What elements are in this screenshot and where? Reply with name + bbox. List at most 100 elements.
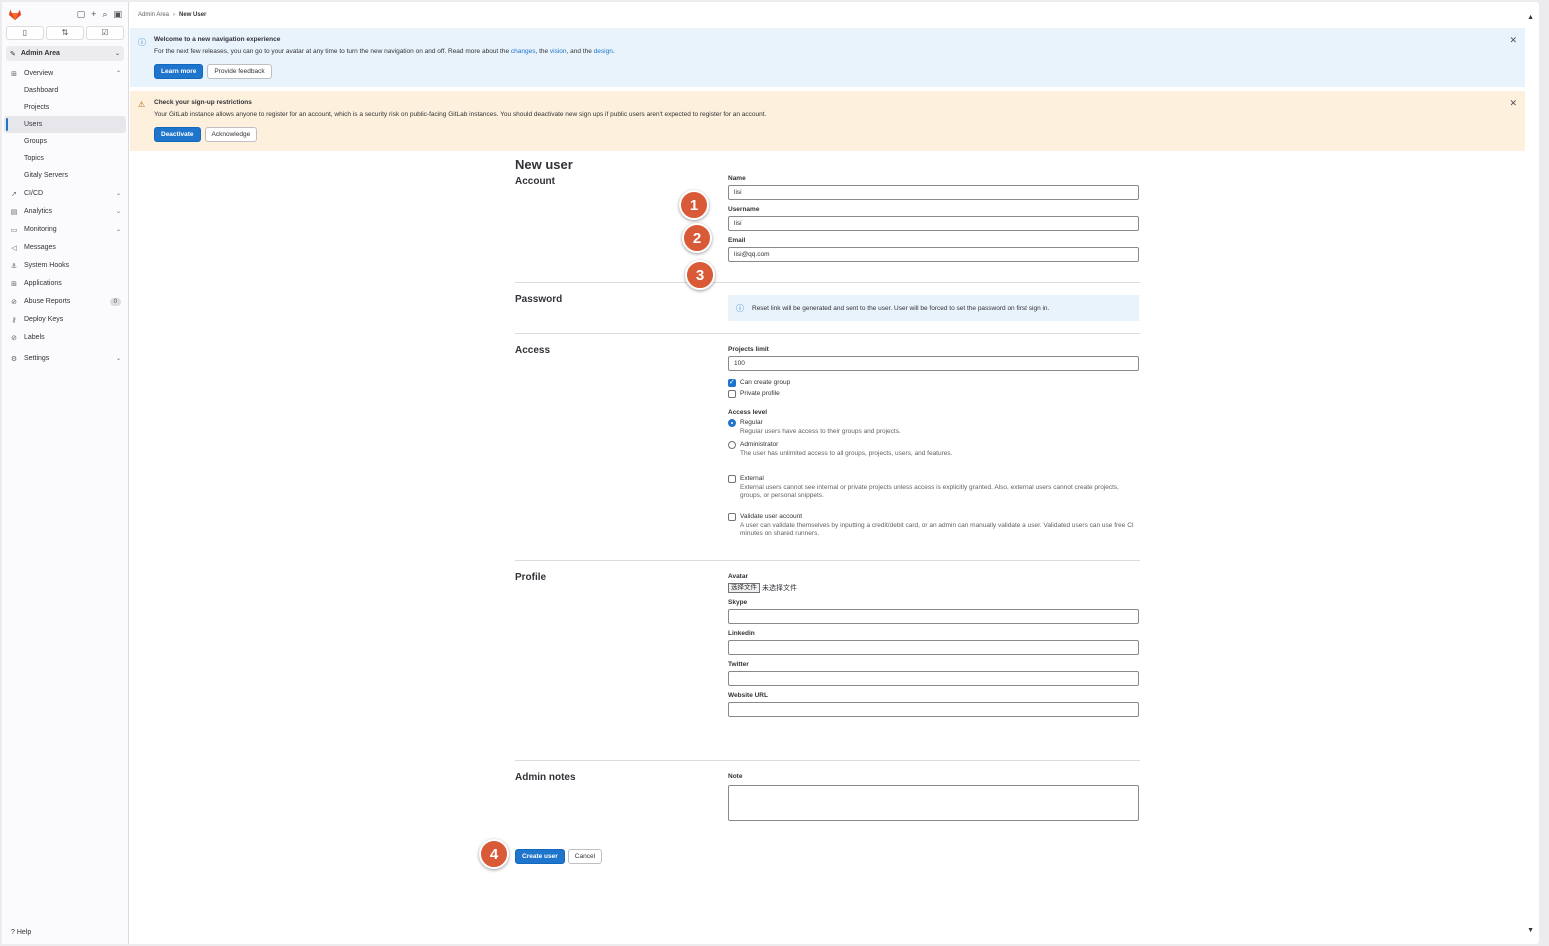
private-profile-checkbox[interactable]: Private profile [728, 390, 1139, 398]
can-create-group-checkbox[interactable]: Can create group [728, 378, 1139, 387]
password-section: Password ⓘ Reset link will be generated … [515, 283, 1140, 334]
username-label: Username [728, 206, 760, 213]
administrator-radio[interactable]: Administrator [728, 441, 1139, 449]
scroll-down-icon[interactable]: ▼ [1527, 927, 1534, 934]
help-icon: ? [11, 929, 15, 936]
sidebar-sub-users[interactable]: Users [4, 116, 126, 133]
help-link[interactable]: ? Help [11, 929, 31, 936]
password-fields: ⓘ Reset link will be generated and sent … [728, 283, 1139, 321]
sidebar-sub-projects[interactable]: Projects [2, 99, 128, 116]
avatar[interactable]: ▣ [113, 9, 122, 20]
external-checkbox[interactable]: External [728, 475, 1139, 483]
email-field[interactable]: lisi@qq.com [728, 247, 1139, 262]
avatar-file-input[interactable]: 选择文件 未选择文件 [728, 583, 1139, 593]
vision-link[interactable]: vision [550, 48, 567, 55]
signup-warning-alert: ⚠ Check your sign-up restrictions Your G… [130, 91, 1525, 151]
skype-field[interactable] [728, 609, 1139, 624]
scroll-up-icon[interactable]: ▲ [1527, 14, 1534, 21]
sidebar-item-applications[interactable]: ⊞ Applications [2, 275, 128, 292]
breadcrumb-separator-icon: › [173, 12, 176, 18]
linkedin-label: Linkedin [728, 630, 755, 637]
profile-fields: Avatar 选择文件 未选择文件 Skype Linkedin Twitter… [728, 561, 1139, 717]
breadcrumb-current[interactable]: New User [179, 12, 206, 18]
email-group: Email lisi@qq.com [728, 237, 1139, 262]
alert-text-sep: , the [535, 48, 550, 55]
issues-counter-icon[interactable]: ▯ [6, 26, 44, 40]
close-icon[interactable]: ✕ [1509, 98, 1517, 109]
regular-radio[interactable]: Regular [728, 419, 1139, 427]
deactivate-button[interactable]: Deactivate [154, 127, 201, 142]
provide-feedback-button[interactable]: Provide feedback [207, 64, 272, 79]
sidebar-header: ▢ + ⌕ ▣ [2, 2, 128, 26]
sidebar-item-monitoring[interactable]: ▭ Monitoring ⌄ [2, 221, 128, 238]
no-file-text: 未选择文件 [762, 585, 797, 592]
plus-icon[interactable]: + [91, 9, 96, 19]
sidebar-item-cicd[interactable]: ➚ CI/CD ⌄ [2, 185, 128, 202]
gitlab-logo-icon[interactable] [8, 7, 22, 21]
sidebar-item-label: CI/CD [24, 190, 44, 197]
sidebar-sub-topics[interactable]: Topics [2, 150, 128, 167]
acknowledge-button[interactable]: Acknowledge [204, 127, 258, 142]
main-content: Admin Area › New User ⓘ Welcome to a new… [130, 2, 1525, 944]
alert-body: For the next few releases, you can go to… [154, 48, 1501, 55]
breadcrumb-root[interactable]: Admin Area [138, 12, 169, 18]
sidebar-sub-groups[interactable]: Groups [2, 133, 128, 150]
username-field[interactable]: lisi [728, 216, 1139, 231]
close-icon[interactable]: ✕ [1509, 35, 1517, 46]
linkedin-field[interactable] [728, 640, 1139, 655]
note-label: Note [728, 773, 743, 780]
sidebar-item-analytics[interactable]: ▤ Analytics ⌄ [2, 203, 128, 220]
sidebar-item-label: System Hooks [24, 262, 70, 269]
chart-icon: ▤ [10, 208, 18, 216]
sidebar-item-label: Analytics [24, 208, 53, 215]
todos-counter-icon[interactable]: ☑ [86, 26, 124, 40]
sidebar-item-abuse-reports[interactable]: ⊘ Abuse Reports 0 [2, 293, 128, 310]
cancel-button[interactable]: Cancel [567, 849, 603, 864]
twitter-field[interactable] [728, 671, 1139, 686]
account-fields: Name lisi Username lisi Email lisi@qq.co… [728, 175, 1139, 262]
warning-icon: ⚠ [138, 100, 146, 109]
sidebar-item-messages[interactable]: ◁ Messages [2, 239, 128, 256]
choose-file-button[interactable]: 选择文件 [728, 583, 760, 593]
name-label: Name [728, 175, 746, 182]
validate-checkbox[interactable]: Validate user account [728, 513, 1139, 521]
form-actions: Create user Cancel [515, 849, 603, 864]
design-link[interactable]: design [594, 48, 613, 55]
learn-more-button[interactable]: Learn more [154, 64, 204, 79]
website-field[interactable] [728, 702, 1139, 717]
checkbox[interactable] [728, 513, 736, 521]
count-badge: 0 [109, 297, 121, 306]
sidebar-item-deploy-keys[interactable]: ⚷ Deploy Keys [2, 311, 128, 328]
sidebar-toggle-icon[interactable]: ▢ [77, 9, 86, 20]
key-icon: ⚷ [11, 316, 17, 324]
alert-actions: Deactivate Acknowledge [154, 127, 1501, 142]
merge-requests-counter-icon[interactable]: ⇅ [46, 26, 84, 40]
sidebar-item-system-hooks[interactable]: ⚓ System Hooks [2, 257, 128, 274]
create-user-button[interactable]: Create user [515, 849, 565, 864]
checkbox[interactable] [728, 475, 736, 483]
sidebar-item-labels[interactable]: ⊘ Labels [2, 329, 128, 346]
access-section: Access Projects limit 100 Can create gro… [515, 334, 1140, 561]
password-info-text: Reset link will be generated and sent to… [752, 304, 1050, 312]
name-group: Name lisi [728, 175, 1139, 200]
radio-selected[interactable] [728, 419, 736, 427]
sidebar-item-label: Labels [24, 334, 45, 341]
note-textarea[interactable] [728, 785, 1139, 821]
sidebar-sub-gitaly[interactable]: Gitaly Servers [2, 167, 128, 184]
alert-body: Your GitLab instance allows anyone to re… [154, 111, 767, 118]
sidebar-item-settings[interactable]: ⚙ Settings ⌄ [2, 350, 128, 367]
checkbox[interactable] [728, 390, 736, 398]
sidebar-item-label: Settings [24, 355, 50, 362]
name-field[interactable]: lisi [728, 185, 1139, 200]
sidebar-item-overview[interactable]: ⊞ Overview ⌃ [2, 65, 128, 82]
search-icon[interactable]: ⌕ [102, 9, 107, 20]
linkedin-group: Linkedin [728, 630, 1139, 655]
radio[interactable] [728, 441, 736, 449]
sidebar-sub-dashboard[interactable]: Dashboard [2, 82, 128, 99]
changes-link[interactable]: changes [511, 48, 536, 55]
context-switcher[interactable]: ✎ Admin Area ⌄ [6, 46, 124, 61]
checkbox-label: Private profile [740, 390, 780, 397]
chevron-down-icon: ⌄ [115, 227, 121, 233]
projects-limit-field[interactable]: 100 [728, 356, 1139, 371]
checkbox-checked[interactable] [728, 378, 736, 387]
